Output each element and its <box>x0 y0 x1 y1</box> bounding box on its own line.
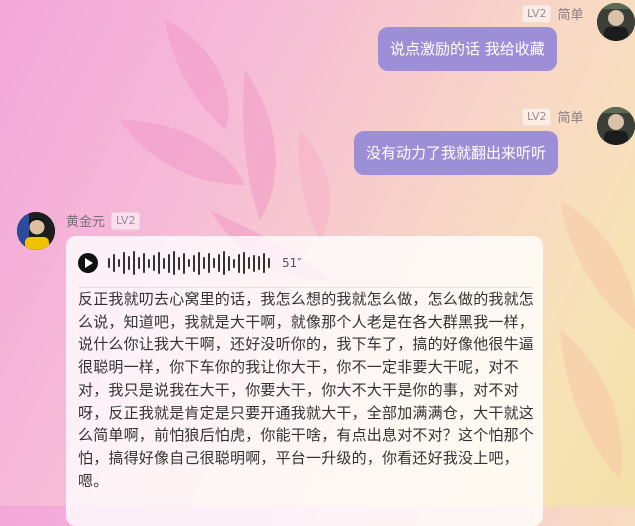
voice-player[interactable]: 51″ <box>78 244 302 282</box>
sender-name[interactable]: 简单 <box>557 4 583 23</box>
voice-message-meta: 黄金元 LV2 <box>66 211 141 230</box>
voice-duration: 51″ <box>282 256 302 270</box>
waveform-bar <box>263 253 265 273</box>
message-bubble[interactable]: 说点激励的话 我给收藏 <box>378 27 557 71</box>
message-meta: LV2 简单 <box>522 4 583 23</box>
waveform[interactable] <box>108 249 270 277</box>
waveform-bar <box>123 252 125 274</box>
waveform-bar <box>128 256 130 270</box>
waveform-bar <box>138 257 140 269</box>
waveform-bar <box>223 251 225 275</box>
waveform-bar <box>253 254 255 272</box>
waveform-bar <box>153 255 155 271</box>
message-row-2: LV2 简单 没有动力了我就翻出来听听 <box>0 100 635 180</box>
waveform-bar <box>248 257 250 269</box>
waveform-bar <box>203 257 205 269</box>
waveform-bar <box>133 251 135 275</box>
waveform-bar <box>238 253 240 273</box>
play-icon[interactable] <box>78 253 98 273</box>
waveform-bar <box>268 258 270 268</box>
level-badge: LV2 <box>522 4 552 23</box>
level-badge: LV2 <box>111 211 141 230</box>
waveform-bar <box>168 253 170 273</box>
waveform-bar <box>143 253 145 273</box>
waveform-bar <box>173 251 175 275</box>
message-bubble[interactable]: 没有动力了我就翻出来听听 <box>354 131 559 175</box>
waveform-bar <box>198 251 200 275</box>
voice-transcript: 反正我就叨去心窝里的话，我怎么想的我就怎么做，怎么做的我就怎么说，知道吧，我就是… <box>78 290 535 490</box>
message-row-1: LV2 简单 说点激励的话 我给收藏 <box>0 0 635 80</box>
avatar[interactable] <box>597 3 635 41</box>
avatar[interactable] <box>17 212 55 250</box>
waveform-bar <box>193 254 195 272</box>
sender-name[interactable]: 简单 <box>557 107 583 126</box>
waveform-bar <box>218 254 220 272</box>
waveform-bar <box>158 252 160 274</box>
waveform-bar <box>113 254 115 272</box>
avatar[interactable] <box>597 107 635 145</box>
waveform-bar <box>188 259 190 267</box>
waveform-bar <box>183 252 185 274</box>
waveform-bar <box>233 258 235 268</box>
waveform-bar <box>208 253 210 273</box>
sender-name[interactable]: 黄金元 <box>66 211 105 230</box>
message-meta: LV2 简单 <box>522 107 583 126</box>
level-badge: LV2 <box>522 107 552 126</box>
waveform-bar <box>148 258 150 268</box>
waveform-bar <box>213 258 215 268</box>
waveform-bar <box>228 255 230 271</box>
waveform-bar <box>258 256 260 270</box>
waveform-bar <box>108 258 110 268</box>
waveform-bar <box>118 259 120 267</box>
voice-message-card: 51″ 反正我就叨去心窝里的话，我怎么想的我就怎么做，怎么做的我就怎么说，知道吧… <box>66 236 543 526</box>
waveform-bar <box>163 257 165 269</box>
waveform-bar <box>243 252 245 274</box>
waveform-bar <box>178 256 180 270</box>
